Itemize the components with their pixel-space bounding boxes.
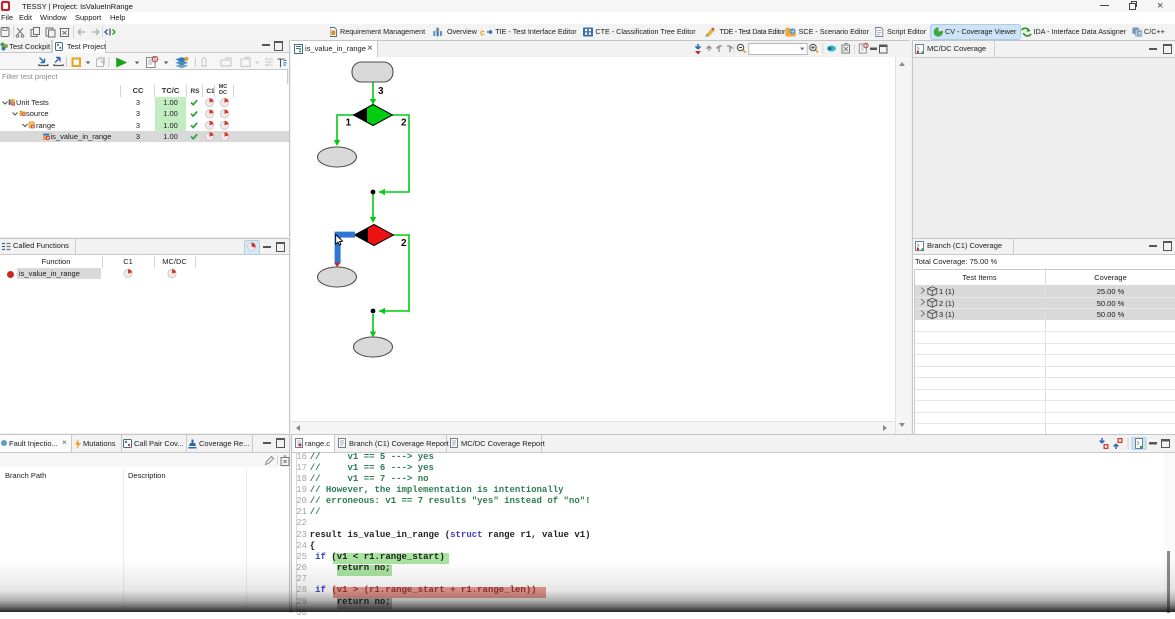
svg-text:2: 2: [401, 238, 407, 249]
svg-text:3: 3: [378, 86, 384, 97]
svg-text:c: c: [480, 28, 485, 38]
svg-text:1: 1: [346, 118, 352, 129]
svg-text:2: 2: [401, 118, 407, 129]
svg-text:C: C: [1137, 32, 1142, 37]
